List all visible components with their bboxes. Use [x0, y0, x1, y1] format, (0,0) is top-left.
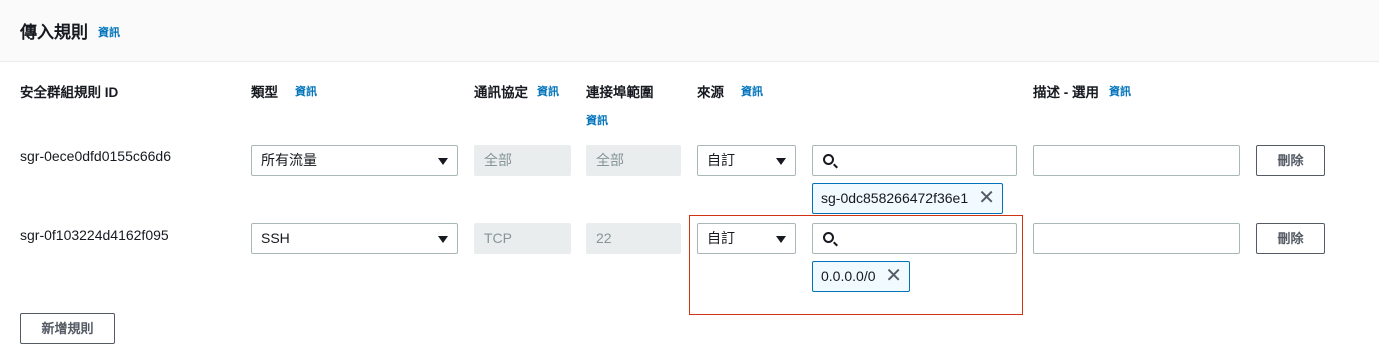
type-select[interactable]: 所有流量 — [251, 145, 458, 176]
column-header-protocol: 通訊協定 — [474, 85, 528, 100]
protocol-field: 全部 — [474, 145, 571, 176]
caret-down-icon — [438, 236, 448, 243]
protocol-value: 全部 — [484, 152, 512, 168]
section-title: 傳入規則 — [20, 23, 88, 42]
port-range-value: 全部 — [596, 152, 624, 168]
source-token-label: sg-0dc858266472f36e1 — [821, 190, 969, 206]
rule-id: sgr-0f103224d4162f095 — [20, 227, 169, 243]
rule-id: sgr-0ece0dfd0155c66d6 — [20, 148, 172, 164]
source-type-select[interactable]: 自訂 — [697, 223, 796, 254]
column-header-description: 描述 - 選用 — [1033, 85, 1099, 100]
search-icon — [823, 232, 834, 243]
source-token: 0.0.0.0/0 ✕ — [812, 261, 910, 292]
type-info-link[interactable]: 資訊 — [295, 83, 317, 99]
source-search-input[interactable] — [812, 145, 1017, 176]
description-input[interactable] — [1033, 223, 1240, 254]
protocol-info-link[interactable]: 資訊 — [537, 83, 559, 99]
source-type-select[interactable]: 自訂 — [697, 145, 796, 176]
column-header-type: 類型 — [251, 85, 278, 100]
protocol-field: TCP — [474, 223, 571, 254]
description-info-link[interactable]: 資訊 — [1109, 83, 1131, 99]
protocol-value: TCP — [484, 230, 512, 246]
port-range-field: 全部 — [586, 145, 681, 176]
port-range-info-link[interactable]: 資訊 — [586, 112, 608, 128]
column-header-port-range: 連接埠範圍 — [586, 85, 654, 100]
add-rule-button[interactable]: 新增規則 — [20, 313, 115, 344]
source-token-label: 0.0.0.0/0 — [821, 268, 876, 284]
close-icon[interactable]: ✕ — [885, 262, 902, 290]
type-select-value: 所有流量 — [261, 152, 317, 168]
source-type-value: 自訂 — [707, 152, 735, 168]
port-range-value: 22 — [596, 230, 612, 246]
description-input[interactable] — [1033, 145, 1240, 176]
delete-button[interactable]: 刪除 — [1256, 223, 1325, 254]
caret-down-icon — [438, 158, 448, 165]
source-info-link[interactable]: 資訊 — [741, 83, 763, 99]
header-info-link[interactable]: 資訊 — [98, 24, 120, 40]
type-select-value: SSH — [261, 230, 290, 246]
close-icon[interactable]: ✕ — [978, 184, 995, 212]
caret-down-icon — [776, 236, 786, 243]
delete-button[interactable]: 刪除 — [1256, 145, 1325, 176]
section-header: 傳入規則 資訊 — [0, 0, 1379, 62]
column-header-source: 來源 — [697, 85, 724, 100]
source-type-value: 自訂 — [707, 230, 735, 246]
column-header-rule-id: 安全群組規則 ID — [20, 85, 119, 100]
port-range-field: 22 — [586, 223, 681, 254]
source-token: sg-0dc858266472f36e1 ✕ — [812, 183, 1003, 214]
source-search-input[interactable] — [812, 223, 1017, 254]
caret-down-icon — [776, 158, 786, 165]
type-select[interactable]: SSH — [251, 223, 458, 254]
search-icon — [823, 154, 834, 165]
